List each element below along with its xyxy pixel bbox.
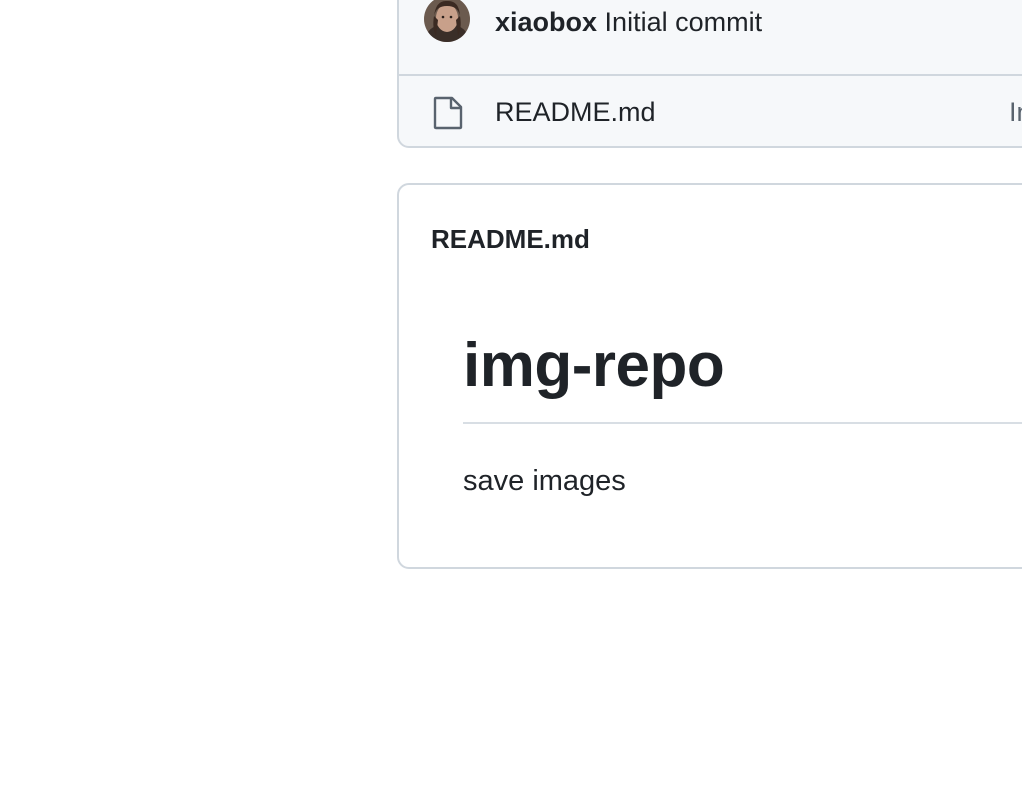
readme-header[interactable]: README.md	[431, 222, 590, 256]
commit-message-link[interactable]: Initial commit	[605, 7, 763, 37]
file-name-link[interactable]: README.md	[495, 94, 656, 130]
readme-box: README.md img-repo save images	[397, 183, 1022, 569]
file-last-commit-link[interactable]: Initial commit	[1009, 94, 1022, 130]
commit-summary: xiaobox Initial commit	[495, 4, 762, 40]
avatar[interactable]	[424, 0, 470, 42]
file-list-box: xiaobox Initial commit README.md Initial…	[397, 0, 1022, 148]
file-icon	[433, 96, 463, 130]
latest-commit-row: xiaobox Initial commit	[399, 0, 1022, 76]
file-row: README.md Initial commit	[399, 74, 1022, 148]
commit-author-link[interactable]: xiaobox	[495, 7, 597, 37]
page: xiaobox Initial commit README.md Initial…	[0, 0, 1022, 790]
heading-divider	[463, 422, 1022, 424]
readme-paragraph: save images	[463, 465, 626, 497]
readme-title: img-repo	[463, 331, 725, 400]
